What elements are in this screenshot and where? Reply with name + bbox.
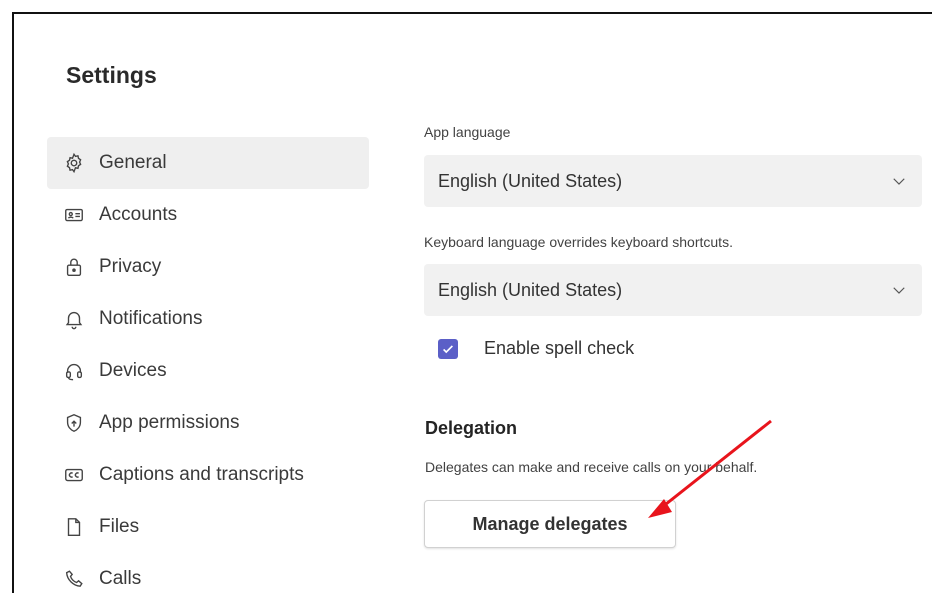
sidebar-item-label: Devices — [99, 360, 167, 381]
sidebar-item-label: Privacy — [99, 256, 162, 277]
phone-icon — [63, 568, 85, 590]
spell-check-checkbox[interactable] — [438, 338, 458, 359]
sidebar-item-captions[interactable]: Captions and transcripts — [47, 449, 369, 501]
chevron-down-icon — [893, 287, 905, 294]
app-language-value: English (United States) — [438, 170, 623, 191]
keyboard-language-value: English (United States) — [438, 279, 623, 300]
sidebar-item-accounts[interactable]: Accounts — [47, 189, 369, 241]
sidebar-item-label: Files — [99, 516, 140, 537]
spell-check-label: Enable spell check — [484, 338, 635, 358]
headset-icon — [63, 360, 85, 382]
sidebar-item-label: General — [99, 152, 167, 173]
sidebar-item-general[interactable]: General — [47, 137, 369, 189]
settings-sidebar: General Accounts Privacy Notifications D… — [47, 137, 369, 605]
chevron-down-icon — [893, 178, 905, 185]
sidebar-item-notifications[interactable]: Notifications — [47, 293, 369, 345]
sidebar-item-label: Captions and transcripts — [99, 464, 304, 485]
checkmark-icon — [443, 344, 453, 353]
sidebar-item-privacy[interactable]: Privacy — [47, 241, 369, 293]
window-top-border — [12, 12, 932, 14]
lock-icon — [63, 256, 85, 278]
sidebar-item-calls[interactable]: Calls — [47, 553, 369, 605]
sidebar-item-devices[interactable]: Devices — [47, 345, 369, 397]
sidebar-item-label: Notifications — [99, 308, 203, 329]
keyboard-language-label: Keyboard language overrides keyboard sho… — [424, 234, 733, 250]
sidebar-item-files[interactable]: Files — [47, 501, 369, 553]
delegation-description: Delegates can make and receive calls on … — [425, 459, 758, 475]
spell-check-row[interactable]: Enable spell check — [438, 338, 634, 359]
delegation-heading: Delegation — [425, 418, 518, 438]
sidebar-item-label: App permissions — [99, 412, 240, 433]
keyboard-language-dropdown[interactable]: English (United States) — [424, 264, 922, 316]
id-card-icon — [63, 204, 85, 226]
app-language-label: App language — [424, 124, 511, 140]
shield-icon — [63, 412, 85, 434]
manage-delegates-button[interactable]: Manage delegates — [424, 500, 676, 548]
window-left-border — [12, 12, 14, 593]
file-icon — [63, 516, 85, 538]
sidebar-item-app-permissions[interactable]: App permissions — [47, 397, 369, 449]
page-title: Settings — [66, 62, 157, 88]
gear-icon — [63, 152, 85, 174]
sidebar-item-label: Accounts — [99, 204, 178, 225]
sidebar-item-label: Calls — [99, 568, 142, 589]
bell-icon — [63, 308, 85, 330]
closed-captions-icon — [63, 464, 85, 486]
app-language-dropdown[interactable]: English (United States) — [424, 155, 922, 207]
